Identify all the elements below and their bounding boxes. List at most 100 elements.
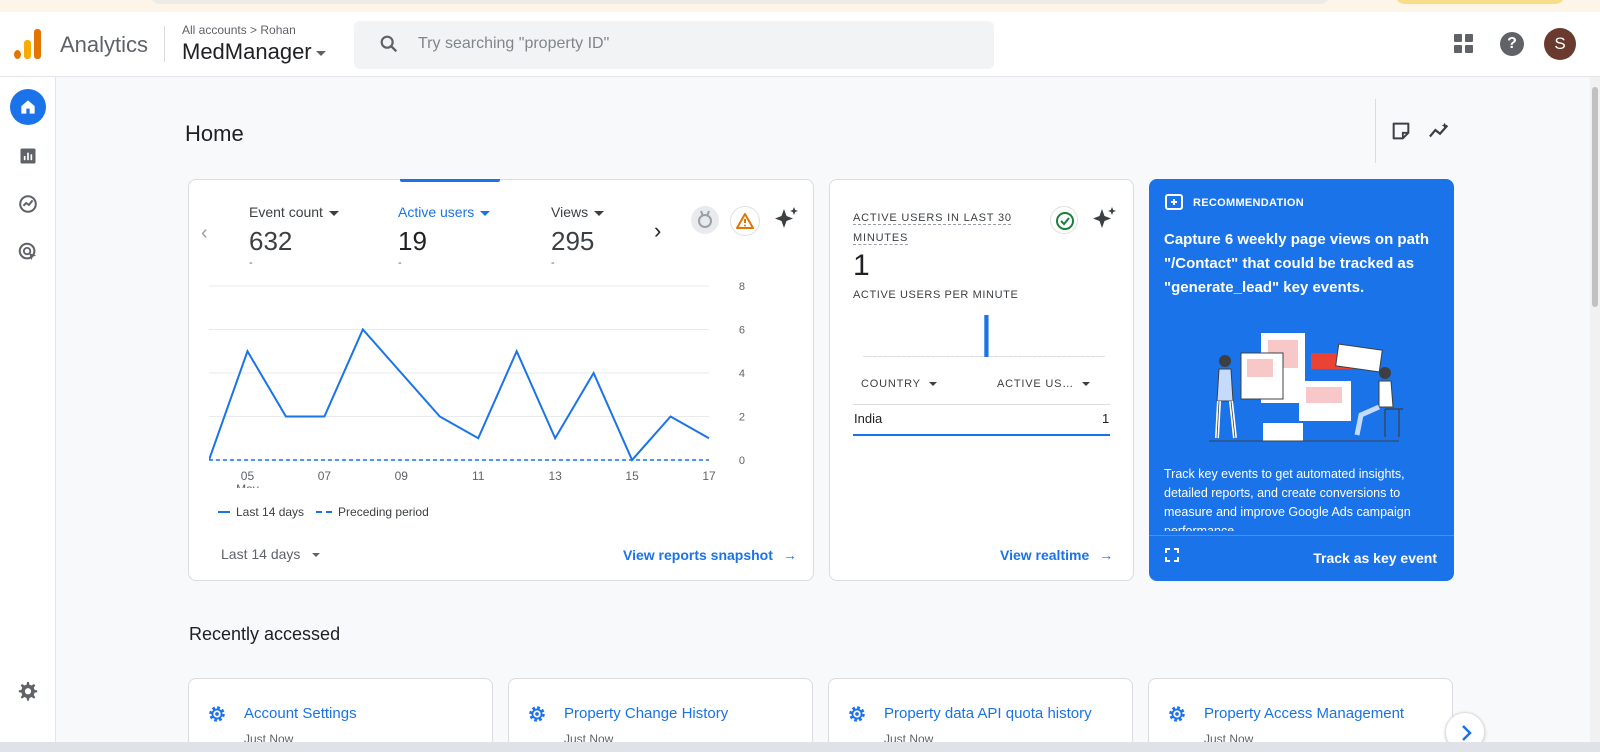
- notice-action[interactable]: [1395, 0, 1565, 4]
- y-tick-label: 2: [739, 412, 745, 424]
- minute-bar: [911, 356, 916, 357]
- page-scrollbar[interactable]: [1590, 77, 1600, 742]
- account-picker[interactable]: MedManager: [182, 39, 326, 65]
- toolbar-divider: [1375, 99, 1376, 163]
- x-tick-label: 15: [625, 469, 639, 483]
- recent-item-title: Property data API quota history: [884, 705, 1092, 722]
- settings-gear-icon: [1169, 706, 1185, 722]
- recommendation-icon: [1165, 194, 1183, 210]
- arrow-right-icon: →: [782, 547, 797, 563]
- date-range-label: Last 14 days: [221, 546, 301, 562]
- recommendation-footer: Track as key event: [1149, 535, 1454, 581]
- chevron-down-icon: [315, 50, 326, 56]
- nav-advertising[interactable]: [10, 234, 46, 270]
- advertising-icon: [18, 242, 37, 261]
- x-tick-label: 13: [548, 469, 562, 483]
- apps-grid-icon[interactable]: [1454, 34, 1474, 54]
- nav-home[interactable]: [10, 89, 46, 125]
- scrollbar-thumb[interactable]: [1592, 87, 1598, 307]
- legend-swatch-dashed: [316, 511, 333, 513]
- minute-bar: [1023, 356, 1028, 357]
- minute-bar: [960, 356, 965, 357]
- settings-gear-icon: [209, 706, 225, 722]
- metric-event-count-label: Event count: [249, 204, 323, 220]
- recent-item-data-api-quota[interactable]: Property data API quota history Just Now: [828, 678, 1133, 748]
- view-realtime-label: View realtime: [1000, 547, 1090, 563]
- settings-gear-icon: [849, 706, 865, 722]
- chart-legend: Last 14 days Preceding period: [218, 505, 429, 519]
- help-icon[interactable]: ?: [1500, 32, 1524, 56]
- chevron-down-icon: [328, 210, 339, 216]
- minute-bar: [1066, 356, 1071, 357]
- recommendation-card: RECOMMENDATION Capture 6 weekly page vie…: [1149, 179, 1454, 581]
- minute-bar: [921, 356, 926, 357]
- column-country[interactable]: COUNTRY: [861, 378, 937, 390]
- x-tick-label: 17: [702, 469, 716, 483]
- nav-explore[interactable]: [10, 186, 46, 222]
- nav-reports[interactable]: [10, 138, 46, 174]
- minute-bar: [998, 356, 1004, 357]
- minute-bar: [989, 356, 994, 357]
- realtime-value: 1: [853, 249, 870, 282]
- date-range-selector[interactable]: Last 14 days: [221, 546, 321, 562]
- recommendation-scroll-area[interactable]: Capture 6 weekly page views on path "/Co…: [1149, 223, 1446, 531]
- metric-label: Event count: [249, 204, 339, 220]
- metric-views-label: Views: [551, 204, 589, 220]
- metric-views[interactable]: Views 295 -: [551, 204, 605, 269]
- legend-current: Last 14 days: [236, 505, 305, 519]
- minute-bar: [916, 356, 921, 357]
- next-metrics-button[interactable]: ›: [654, 218, 661, 244]
- metric-event-count[interactable]: Event count 632 -: [249, 204, 339, 269]
- page-title: Home: [185, 121, 244, 146]
- realtime-card: ACTIVE USERS IN LAST 30 MINUTES 1 ACTIVE…: [829, 179, 1134, 581]
- view-realtime-link[interactable]: View realtime →: [1000, 547, 1113, 563]
- metric-change: -: [551, 257, 555, 269]
- recently-accessed-title: Recently accessed: [189, 624, 341, 644]
- view-reports-snapshot-label: View reports snapshot: [623, 547, 773, 563]
- minute-bar: [1061, 356, 1066, 357]
- recommendation-description: Track key events to get automated insigh…: [1164, 467, 1411, 531]
- view-reports-snapshot-link[interactable]: View reports snapshot →: [623, 547, 797, 563]
- minute-bar: [897, 356, 902, 357]
- medal-icon[interactable]: [691, 206, 719, 234]
- product-name[interactable]: Analytics: [60, 32, 148, 58]
- y-tick-label: 8: [739, 281, 745, 293]
- column-active-users[interactable]: ACTIVE US…: [997, 378, 1091, 390]
- check-icon[interactable]: [1050, 206, 1078, 234]
- metric-active-users[interactable]: Active users 19 -: [398, 204, 491, 269]
- sparkle-icon[interactable]: [1092, 206, 1118, 232]
- realtime-title[interactable]: ACTIVE USERS IN LAST 30 MINUTES: [853, 208, 1013, 248]
- series-line-last-14-days: [209, 327, 710, 462]
- x-tick-sublabel: May: [236, 482, 259, 488]
- minute-bar: [969, 356, 975, 357]
- top-header: Analytics All accounts > Rohan MedManage…: [0, 12, 1600, 77]
- minute-bar: [882, 356, 887, 357]
- warning-icon[interactable]: [730, 206, 760, 236]
- breadcrumb[interactable]: All accounts > Rohan: [182, 23, 296, 37]
- expand-icon[interactable]: [1165, 548, 1179, 562]
- nav-admin[interactable]: [10, 673, 46, 709]
- recent-item-account-settings[interactable]: Account Settings Just Now: [188, 678, 493, 748]
- previous-metrics-button[interactable]: ‹: [201, 222, 208, 245]
- minute-bar: [872, 356, 878, 357]
- table-header-divider: [853, 404, 1110, 405]
- minute-bar: [1003, 356, 1008, 357]
- line-chart: 0 2 4 6 8 05 07 09 11 13 15 17 May: [209, 281, 745, 488]
- metric-label: Views: [551, 204, 605, 220]
- recent-item-property-change-history[interactable]: Property Change History Just Now: [508, 678, 813, 748]
- note-icon[interactable]: [1390, 120, 1412, 142]
- column-country-label: COUNTRY: [861, 378, 921, 390]
- chevron-down-icon: [1082, 382, 1091, 387]
- recent-item-title: Property Access Management: [1204, 705, 1405, 722]
- minute-bar: [931, 356, 936, 357]
- minute-bar: [1018, 356, 1023, 357]
- track-as-key-event-button[interactable]: Track as key event: [1313, 550, 1437, 566]
- recent-item-property-access-management[interactable]: Property Access Management Just Now: [1148, 678, 1453, 748]
- search-input[interactable]: Try searching "property ID": [354, 21, 994, 69]
- recent-item-title: Account Settings: [244, 705, 357, 722]
- insights-icon[interactable]: [1428, 120, 1452, 142]
- minute-bar: [1100, 356, 1105, 357]
- avatar[interactable]: S: [1544, 28, 1576, 60]
- sparkle-icon[interactable]: [774, 206, 800, 232]
- browser-notice-strip: [0, 0, 1600, 12]
